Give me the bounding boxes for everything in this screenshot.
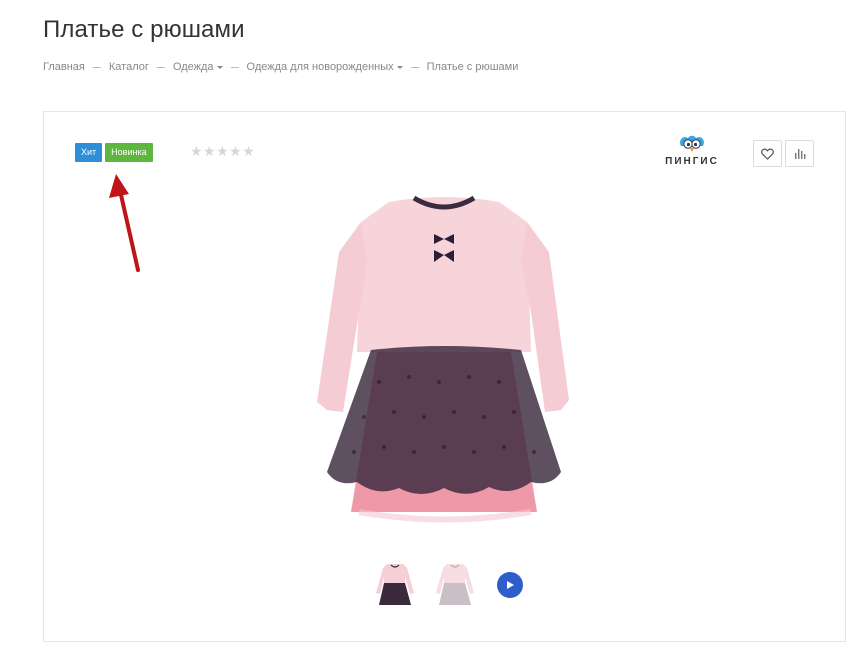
breadcrumb-separator xyxy=(156,66,165,68)
caret-down-icon xyxy=(216,65,223,69)
product-badges: Хит Новинка xyxy=(75,143,153,162)
brand-logo[interactable]: ПИНГИС xyxy=(662,134,722,172)
breadcrumb-separator xyxy=(410,66,419,68)
badge-new: Новинка xyxy=(105,143,153,162)
caret-down-icon xyxy=(396,65,403,69)
compare-button[interactable] xyxy=(785,140,814,167)
breadcrumb-clothing[interactable]: Одежда xyxy=(173,61,223,73)
heart-icon xyxy=(761,148,774,160)
breadcrumb-newborn-clothing[interactable]: Одежда для новорожденных xyxy=(247,61,403,73)
gallery-thumbnails xyxy=(369,559,523,611)
brand-name: ПИНГИС xyxy=(665,156,719,167)
penguin-logo-icon xyxy=(680,135,704,152)
breadcrumb-catalog[interactable]: Каталог xyxy=(109,61,149,73)
page-title: Платье с рюшами xyxy=(43,16,245,43)
thumbnail-dress-light[interactable] xyxy=(429,559,481,611)
breadcrumb-current: Платье с рюшами xyxy=(426,61,519,73)
breadcrumb: Главная Каталог Одежда Одежда для новоро… xyxy=(43,61,518,73)
product-image[interactable] xyxy=(269,182,629,552)
thumbnail-image xyxy=(436,564,474,605)
play-icon xyxy=(507,581,514,589)
video-play-button[interactable] xyxy=(497,572,523,598)
breadcrumb-home[interactable]: Главная xyxy=(43,61,85,73)
product-card: Хит Новинка ★★★★★ ПИНГИС xyxy=(43,111,846,642)
thumbnail-image xyxy=(376,564,414,605)
thumbnail-dress-dark[interactable] xyxy=(369,559,421,611)
breadcrumb-newborn-label: Одежда для новорожденных xyxy=(246,61,394,73)
badge-hit: Хит xyxy=(75,143,103,162)
bar-chart-icon xyxy=(794,148,805,159)
breadcrumb-clothing-label: Одежда xyxy=(172,61,214,73)
breadcrumb-separator xyxy=(230,66,239,68)
rating-stars[interactable]: ★★★★★ xyxy=(190,144,255,160)
wishlist-button[interactable] xyxy=(753,140,782,167)
breadcrumb-separator xyxy=(92,66,101,68)
